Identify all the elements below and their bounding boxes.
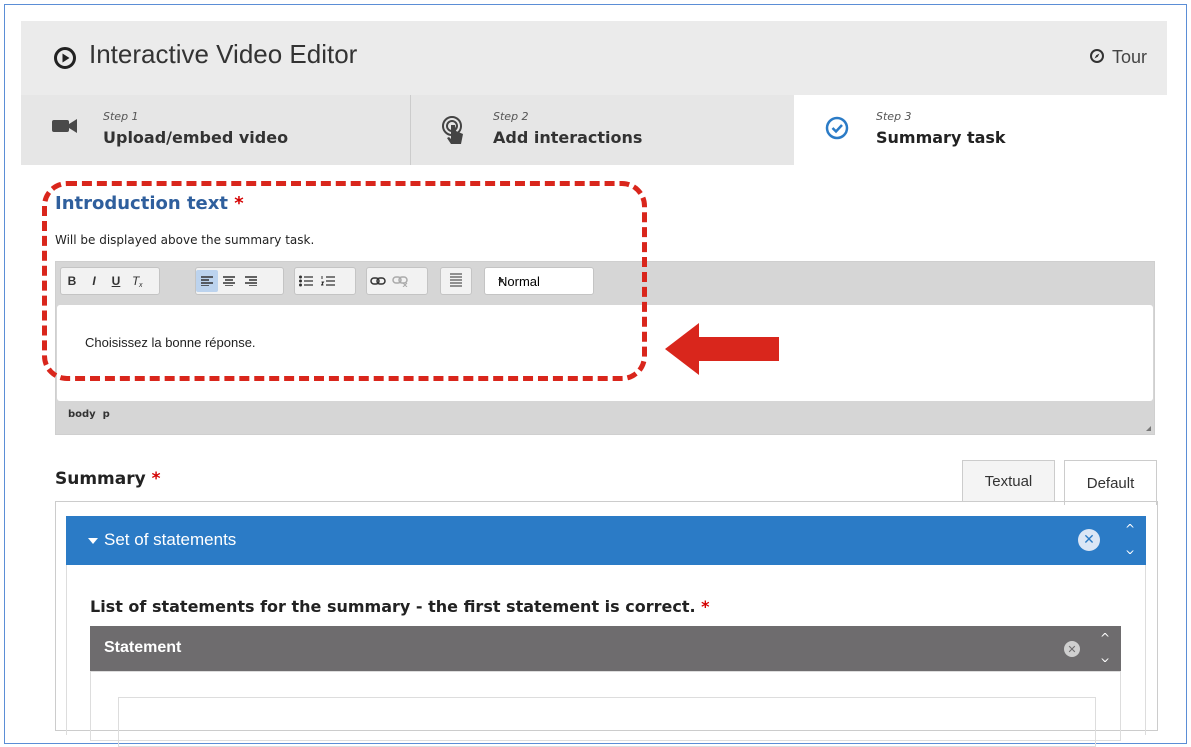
- remove-icon[interactable]: ✕: [1078, 529, 1100, 551]
- statement-title: Statement: [104, 639, 182, 656]
- statement-header[interactable]: Statement ✕ ^ ^: [90, 626, 1121, 671]
- resize-handle[interactable]: [1146, 426, 1151, 431]
- summary-label-text: Summary: [55, 469, 146, 489]
- video-camera-icon: [51, 115, 79, 141]
- tab-textual[interactable]: Textual: [962, 460, 1055, 502]
- editor-header: Interactive Video Editor Tour: [21, 21, 1167, 95]
- play-circle-icon: [54, 47, 76, 73]
- step-label: Add interactions: [493, 128, 643, 147]
- move-down-icon[interactable]: ^: [1097, 650, 1113, 664]
- compass-icon: [1089, 47, 1104, 68]
- step-tabs: Step 1 Upload/embed video Step 2 Add int…: [21, 95, 1167, 165]
- arrow-left-icon: [665, 320, 780, 382]
- summary-label: Summary *: [55, 469, 161, 489]
- highlight-annotation: [42, 181, 647, 381]
- statement-input[interactable]: [118, 697, 1096, 747]
- step-label: Upload/embed video: [103, 128, 289, 147]
- step-number: Step 2: [493, 110, 529, 123]
- collapse-icon[interactable]: [88, 538, 98, 544]
- page-title: Interactive Video Editor: [89, 39, 358, 69]
- set-of-statements-header[interactable]: Set of statements ✕ ^ ^: [66, 516, 1146, 565]
- tab-step-3[interactable]: Step 3 Summary task: [794, 95, 1167, 165]
- tour-button[interactable]: Tour: [1089, 47, 1147, 68]
- step-number: Step 3: [876, 110, 912, 123]
- tour-label: Tour: [1111, 47, 1147, 67]
- step-label: Summary task: [876, 128, 1006, 147]
- set-title: Set of statements: [104, 530, 237, 549]
- required-mark: *: [701, 597, 710, 616]
- tab-default[interactable]: Default: [1064, 460, 1157, 505]
- move-down-icon[interactable]: ^: [1122, 542, 1138, 556]
- remove-icon[interactable]: ✕: [1064, 641, 1080, 657]
- step-number: Step 1: [103, 110, 139, 123]
- tab-step-2[interactable]: Step 2 Add interactions: [411, 95, 794, 165]
- tab-step-1[interactable]: Step 1 Upload/embed video: [21, 95, 411, 165]
- check-circle-icon: [824, 115, 850, 145]
- statements-list-label-text: List of statements for the summary - the…: [90, 597, 696, 616]
- element-path: body p: [68, 409, 110, 420]
- statements-list-label: List of statements for the summary - the…: [90, 597, 710, 616]
- move-up-icon[interactable]: ^: [1097, 631, 1113, 645]
- required-mark: *: [151, 469, 161, 489]
- move-up-icon[interactable]: ^: [1122, 522, 1138, 536]
- touch-icon: [441, 115, 467, 149]
